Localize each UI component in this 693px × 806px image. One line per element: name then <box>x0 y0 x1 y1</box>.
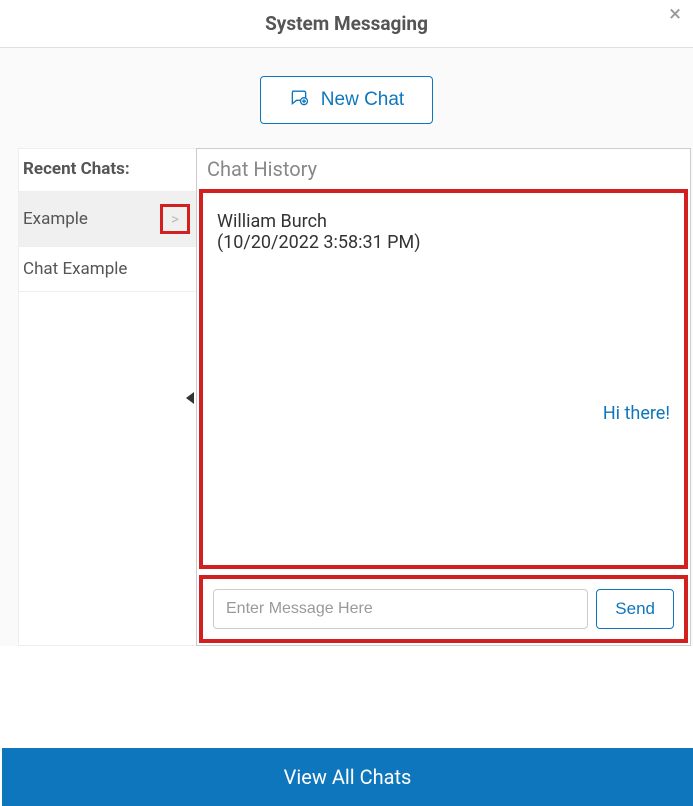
sidebar-item-label: Example <box>23 209 88 229</box>
chat-history-area: William Burch (10/20/2022 3:58:31 PM) Hi… <box>199 189 688 569</box>
message-compose-area: Send <box>199 575 688 643</box>
collapse-sidebar-icon[interactable] <box>186 392 194 404</box>
sidebar-title: Recent Chats: <box>19 149 196 191</box>
chat-panel: Chat History William Burch (10/20/2022 3… <box>196 148 691 646</box>
modal-header: System Messaging × <box>0 0 693 48</box>
message-timestamp: (10/20/2022 3:58:31 PM) <box>217 232 670 253</box>
chat-history-title: Chat History <box>197 149 690 189</box>
top-bar: New Chat <box>0 48 693 148</box>
sidebar-item-label: Chat Example <box>23 259 127 279</box>
chevron-right-icon[interactable]: > <box>160 204 190 234</box>
view-all-chats-button[interactable]: View All Chats <box>2 748 693 806</box>
recent-chats-sidebar: Recent Chats: Example > Chat Example <box>18 148 196 646</box>
chat-plus-icon <box>289 87 309 113</box>
view-all-chats-label: View All Chats <box>284 765 412 789</box>
message-author: William Burch <box>217 211 670 232</box>
sidebar-item-example[interactable]: Example > <box>19 191 196 247</box>
message-input[interactable] <box>213 589 588 629</box>
new-chat-button[interactable]: New Chat <box>260 76 433 124</box>
main-content: Recent Chats: Example > Chat Example Cha… <box>0 148 693 646</box>
send-button[interactable]: Send <box>596 589 674 629</box>
modal-title: System Messaging <box>265 12 428 35</box>
sidebar-item-chat-example[interactable]: Chat Example <box>19 247 196 292</box>
new-chat-label: New Chat <box>321 89 404 111</box>
close-icon[interactable]: × <box>669 4 681 26</box>
message-text: Hi there! <box>603 403 670 424</box>
